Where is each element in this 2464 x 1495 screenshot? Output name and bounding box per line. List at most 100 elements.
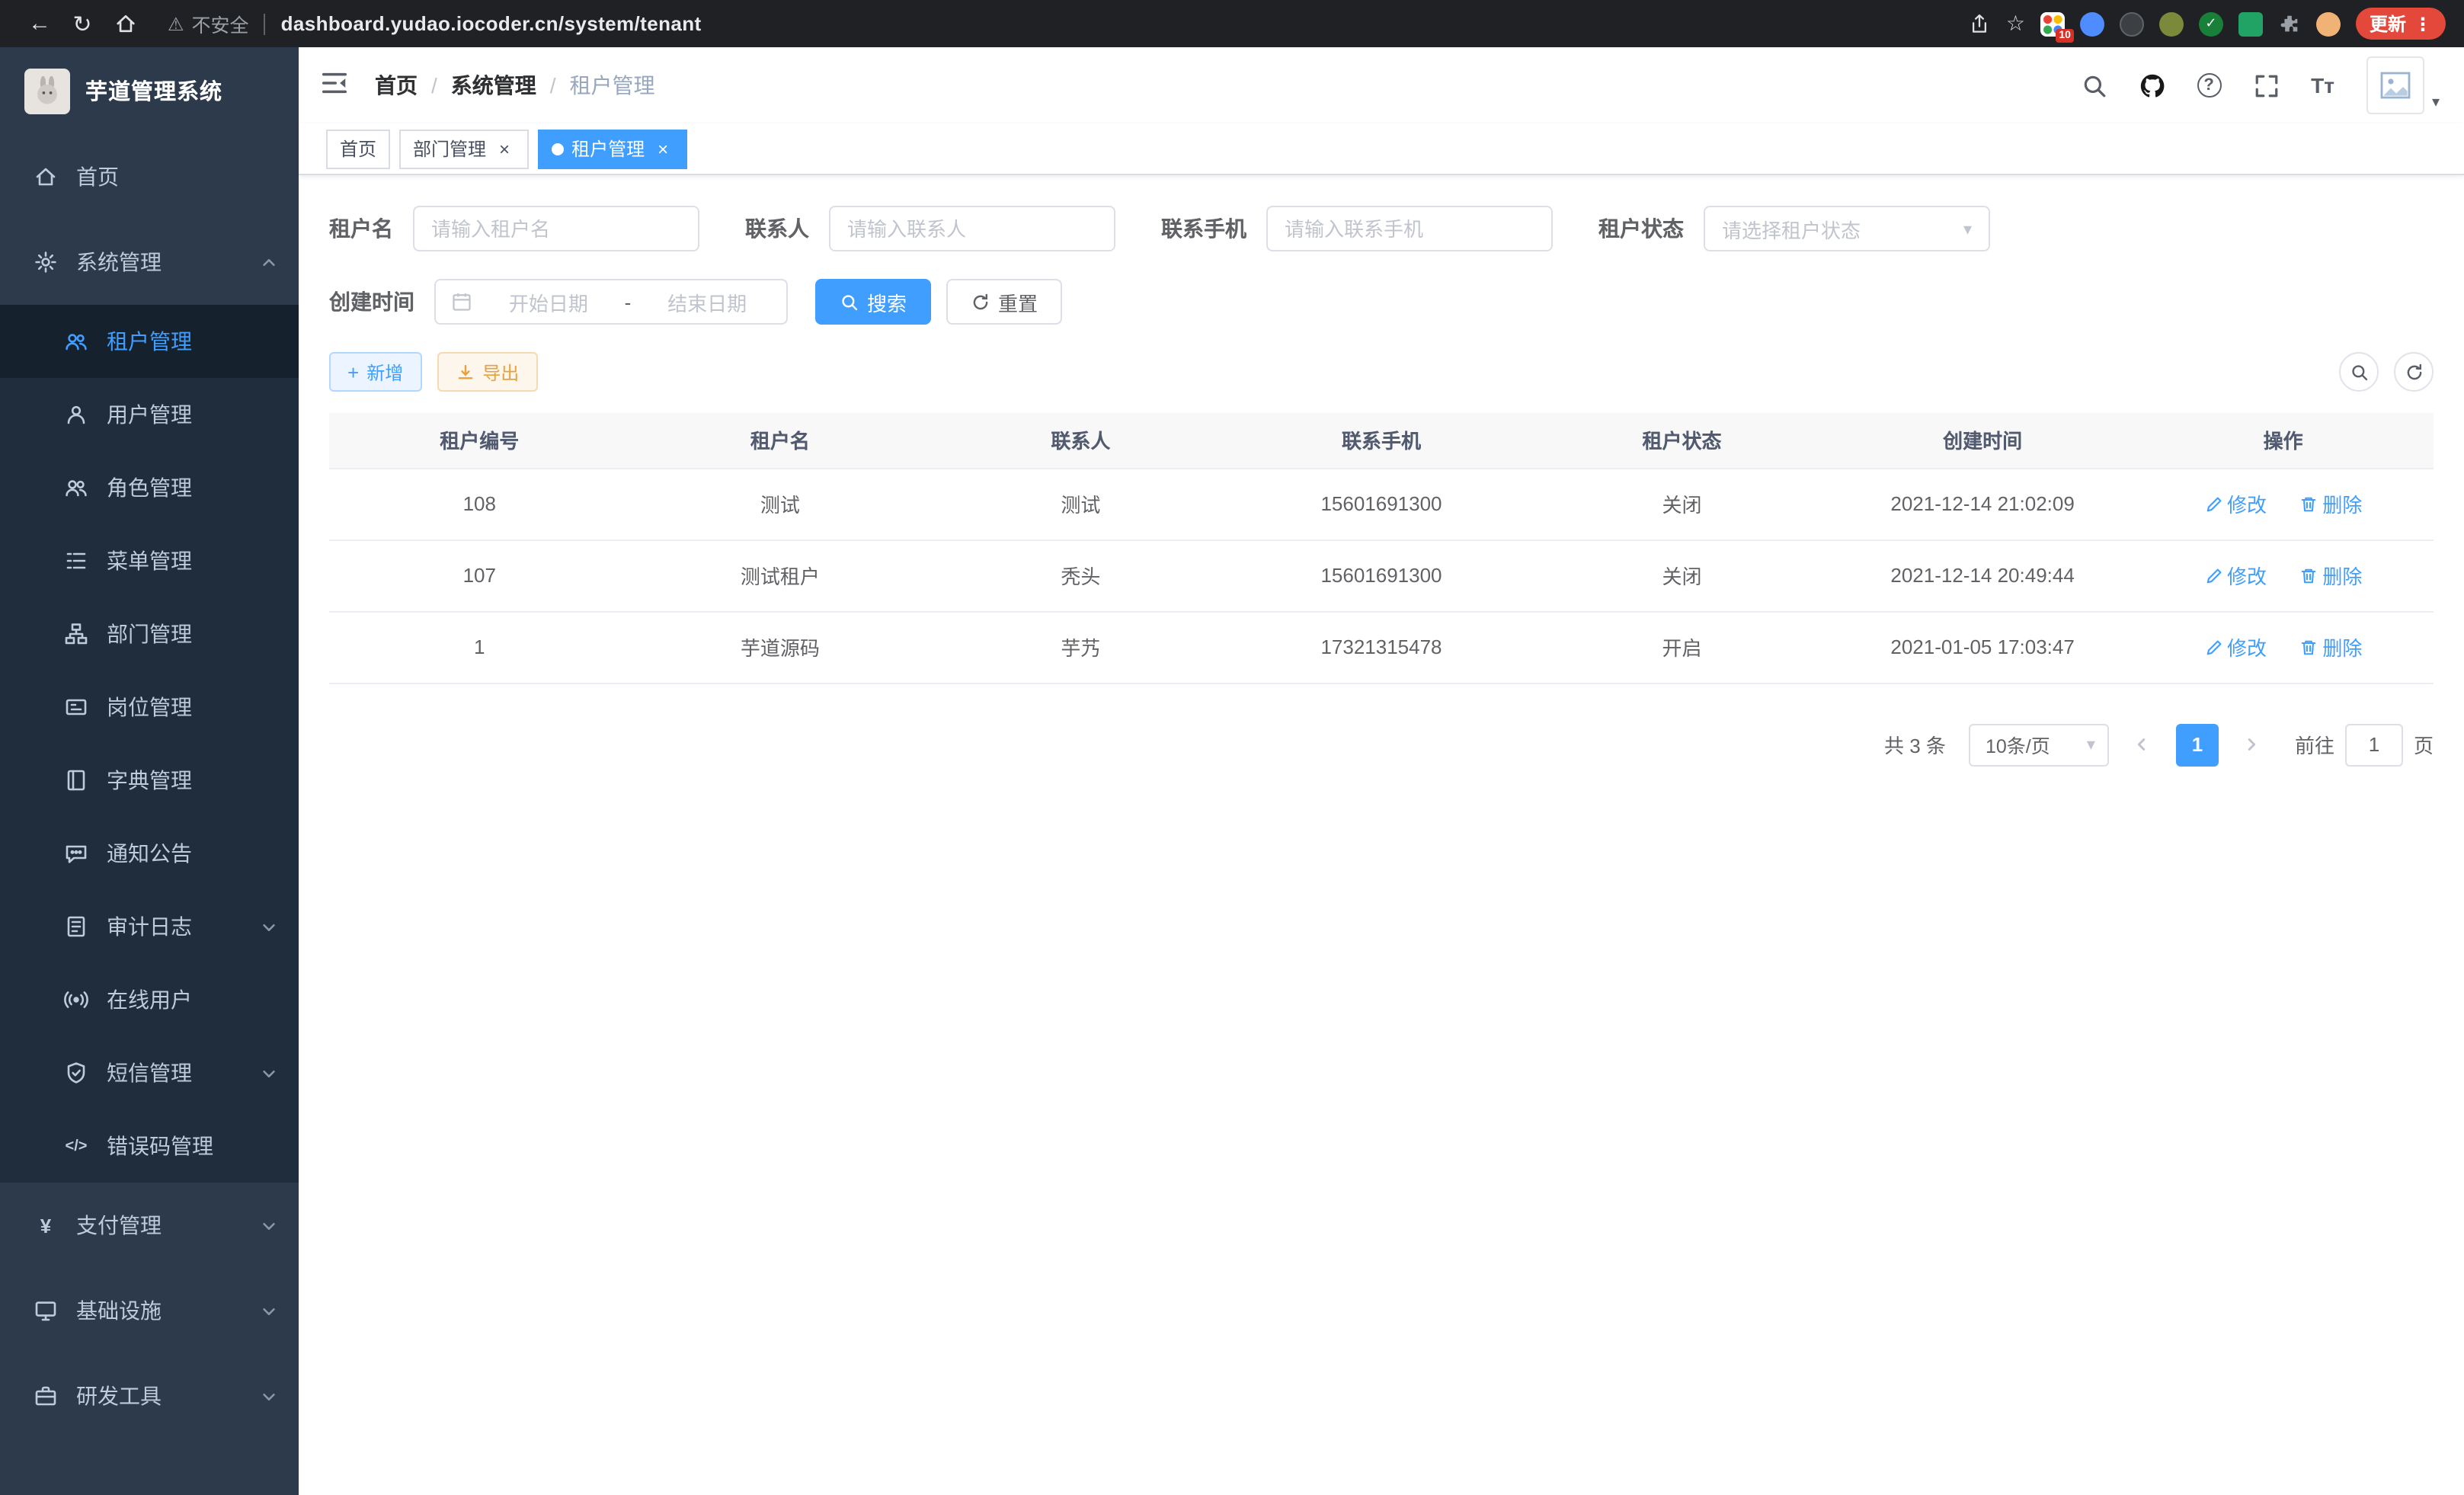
tenant-name-input[interactable] [413,206,699,251]
contact-input[interactable] [829,206,1115,251]
fullscreen-icon [2253,72,2279,98]
delete-button[interactable]: 删除 [2299,489,2362,518]
pagination-goto: 前往 页 [2295,723,2434,766]
sidebar-collapse-button[interactable] [320,69,354,102]
extension-icon-check[interactable]: ✓ [2199,11,2223,36]
security-label[interactable]: 不安全 [192,9,249,38]
phone-field[interactable] [1285,217,1534,240]
sidebar-item-notice[interactable]: 通知公告 [0,817,299,890]
browser-update-button[interactable]: 更新 ⋮ [2356,8,2446,40]
edit-button[interactable]: 修改 [2204,489,2267,518]
sidebar-item-payment[interactable]: ¥ 支付管理 [0,1183,299,1268]
goto-page-input[interactable] [2345,723,2403,766]
tenant-table: 租户编号 租户名 联系人 联系手机 租户状态 创建时间 操作 108 测试 [329,413,2434,683]
sidebar-item-devtools[interactable]: 研发工具 [0,1353,299,1439]
font-size-button[interactable]: Tт [2311,73,2334,98]
extensions-menu-button[interactable] [2278,12,2301,35]
start-date-placeholder[interactable]: 开始日期 [485,287,613,316]
reset-button[interactable]: 重置 [946,279,1062,325]
sidebar-item-menu[interactable]: 菜单管理 [0,524,299,597]
browser-home-button[interactable] [104,4,146,43]
browser-back-button[interactable]: ← [18,4,61,43]
bookmark-star-icon[interactable]: ☆ [2006,11,2025,37]
contact-field[interactable] [847,217,1097,240]
shield-icon [64,1061,88,1085]
extension-icon-dark[interactable] [2120,11,2144,36]
next-page-button[interactable] [2232,723,2272,766]
sidebar-item-system[interactable]: 系统管理 [0,219,299,305]
toggle-search-button[interactable] [2339,352,2379,392]
prev-page-button[interactable] [2123,723,2162,766]
export-button[interactable]: 导出 [437,352,537,392]
browser-profile-avatar[interactable] [2316,11,2341,36]
phone-input[interactable] [1266,206,1553,251]
help-button[interactable]: ? [2197,73,2221,98]
extension-icon-green[interactable] [2238,11,2263,36]
breadcrumb-separator: / [431,73,437,98]
extension-icon-blue[interactable] [2080,11,2104,36]
status-select[interactable]: 请选择租户状态 ▾ [1704,206,1990,251]
breadcrumb-system[interactable]: 系统管理 [451,70,536,101]
close-icon[interactable]: × [494,138,515,159]
app-logo[interactable]: 芋道管理系统 [0,47,299,134]
extension-icon-olive[interactable] [2159,11,2184,36]
filter-contact: 联系人 [745,206,1115,251]
breadcrumb-home[interactable]: 首页 [375,70,418,101]
sidebar-item-post[interactable]: 岗位管理 [0,671,299,744]
chevron-left-icon [2134,736,2151,753]
search-button[interactable]: 搜索 [815,279,931,325]
col-created: 创建时间 [1832,413,2133,468]
refresh-table-button[interactable] [2394,352,2434,392]
search-icon [840,292,859,312]
edit-button[interactable]: 修改 [2204,632,2267,661]
filter-label: 创建时间 [329,287,414,317]
delete-button[interactable]: 删除 [2299,561,2362,590]
browser-reload-button[interactable]: ↻ [61,4,104,43]
sidebar-item-dept[interactable]: 部门管理 [0,597,299,671]
sidebar-item-user[interactable]: 用户管理 [0,378,299,451]
chevron-right-icon [2244,736,2261,753]
end-date-placeholder[interactable]: 结束日期 [643,287,771,316]
address-bar[interactable]: ⚠ 不安全 dashboard.yudao.iocoder.cn/system/… [168,9,1970,38]
sidebar-item-online[interactable]: 在线用户 [0,963,299,1036]
add-button[interactable]: + 新增 [329,352,421,392]
active-tab-dot [552,142,564,155]
sidebar-item-sms[interactable]: 短信管理 [0,1036,299,1109]
edit-button[interactable]: 修改 [2204,561,2267,590]
sidebar-item-home[interactable]: 首页 [0,134,299,219]
extension-icon-adblock[interactable]: 10 [2040,11,2065,36]
fullscreen-button[interactable] [2253,72,2279,98]
close-icon[interactable]: × [652,138,674,159]
sidebar-item-infra[interactable]: 基础设施 [0,1268,299,1353]
user-menu[interactable]: ▾ [2366,56,2440,114]
tab-dept[interactable]: 部门管理 × [399,129,529,168]
page-size-select[interactable]: 10条/页 ▾ [1969,723,2109,766]
hamburger-icon [320,69,349,98]
github-link[interactable] [2139,72,2165,98]
logo-image [24,68,70,114]
delete-button[interactable]: 删除 [2299,632,2362,661]
date-range-picker[interactable]: 开始日期 - 结束日期 [434,279,788,325]
page-number-1[interactable]: 1 [2176,723,2219,766]
sidebar-item-dict[interactable]: 字典管理 [0,744,299,817]
plus-icon: + [347,360,359,383]
tab-tenant[interactable]: 租户管理 × [538,129,687,168]
user-icon [64,402,88,427]
warning-icon: ⚠ [168,13,184,34]
org-tree-icon [64,622,88,646]
share-button[interactable] [1970,13,1991,34]
sidebar-item-auditlog[interactable]: 审计日志 [0,890,299,963]
url-text[interactable]: dashboard.yudao.iocoder.cn/system/tenant [281,12,702,35]
avatar[interactable] [2366,56,2424,114]
filter-label: 租户状态 [1598,213,1684,244]
sidebar-item-errorcode[interactable]: </> 错误码管理 [0,1109,299,1183]
chat-bubble-icon [64,841,88,866]
tab-home[interactable]: 首页 [326,129,390,168]
header-search-button[interactable] [2081,72,2107,98]
sidebar-item-tenant[interactable]: 租户管理 [0,305,299,378]
broken-image-icon [2377,67,2414,104]
cell-status: 关闭 [1531,468,1832,539]
tenant-name-field[interactable] [431,217,681,240]
chevron-down-icon: ▾ [2087,735,2095,754]
sidebar-item-role[interactable]: 角色管理 [0,451,299,524]
